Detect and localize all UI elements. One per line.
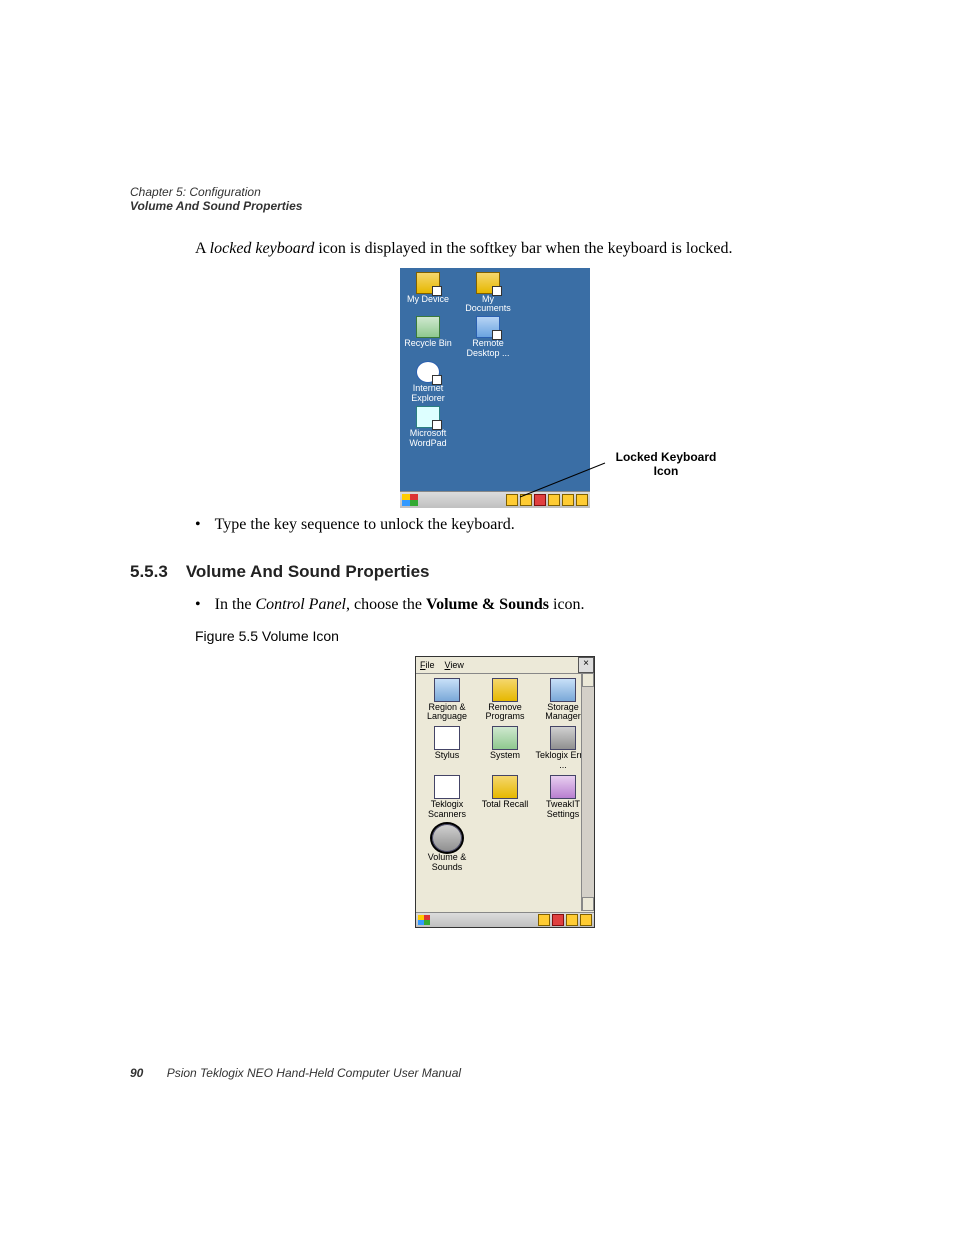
control-panel-screenshot: File View × Region & Language Remove Pro… <box>415 656 595 928</box>
page-number: 90 <box>130 1066 143 1080</box>
section-heading: 5.5.3 Volume And Sound Properties <box>130 562 830 582</box>
cp-icon-system: System <box>476 726 534 771</box>
footer-text: Psion Teklogix NEO Hand-Held Computer Us… <box>167 1066 461 1080</box>
desktop-icon-wordpad: Microsoft WordPad <box>404 406 452 449</box>
cp-icon-volume-sounds: Volume & Sounds <box>418 824 476 873</box>
bullet-text: In the Control Panel, choose the Volume … <box>215 596 585 614</box>
callout-leader-line <box>520 463 610 503</box>
start-button-icon <box>402 494 418 506</box>
bullet-control-panel: In the Control Panel, choose the Volume … <box>195 596 830 614</box>
cp-icon-region-language: Region & Language <box>418 678 476 723</box>
system-tray <box>538 914 592 926</box>
tray-icon <box>566 914 578 926</box>
page-footer: 90 Psion Teklogix NEO Hand-Held Computer… <box>130 1066 461 1080</box>
bullet-icon <box>195 516 201 534</box>
bullet-text: Type the key sequence to unlock the keyb… <box>215 516 515 534</box>
scroll-up-icon <box>582 673 594 687</box>
scroll-down-icon <box>582 897 594 911</box>
tray-icon <box>506 494 518 506</box>
cp-icon-remove-programs: Remove Programs <box>476 678 534 723</box>
desktop-icon-my-documents: My Documents <box>464 272 512 315</box>
intro-paragraph: A locked keyboard icon is displayed in t… <box>195 238 830 260</box>
volume-sounds-icon <box>432 824 462 852</box>
cp-icon-total-recall: Total Recall <box>476 775 534 820</box>
intro-italic: locked keyboard <box>210 240 315 257</box>
section-number: 5.5.3 <box>130 562 168 582</box>
scrollbar <box>581 673 594 911</box>
figure-caption: Figure 5.5 Volume Icon <box>195 628 830 644</box>
callout-label: Locked Keyboard Icon <box>606 450 726 479</box>
bullet-icon <box>195 596 201 614</box>
chapter-label: Chapter 5: Configuration <box>130 185 830 199</box>
section-title: Volume And Sound Properties <box>186 562 430 582</box>
cp-icon-teklogix-scanners: Teklogix Scanners <box>418 775 476 820</box>
tray-icon <box>538 914 550 926</box>
menu-view: View <box>445 660 464 670</box>
tray-icon <box>580 914 592 926</box>
close-icon: × <box>578 657 594 673</box>
intro-suffix: icon is displayed in the softkey bar whe… <box>314 240 732 257</box>
tray-icon <box>552 914 564 926</box>
intro-prefix: A <box>195 240 210 257</box>
desktop-icon-remote-desktop: Remote Desktop ... <box>464 316 512 359</box>
start-button-icon <box>418 915 430 925</box>
chapter-subsection: Volume And Sound Properties <box>130 199 830 213</box>
bullet-unlock-keyboard: Type the key sequence to unlock the keyb… <box>195 516 830 534</box>
desktop-icon-internet-explorer: Internet Explorer <box>404 361 452 404</box>
menu-file: File <box>420 660 435 670</box>
menubar: File View <box>416 657 594 674</box>
cp-icon-stylus: Stylus <box>418 726 476 771</box>
desktop-icon-my-device: My Device <box>404 272 452 315</box>
desktop-icon-spacer <box>464 361 512 404</box>
taskbar <box>416 912 594 927</box>
desktop-icon-recycle-bin: Recycle Bin <box>404 316 452 359</box>
